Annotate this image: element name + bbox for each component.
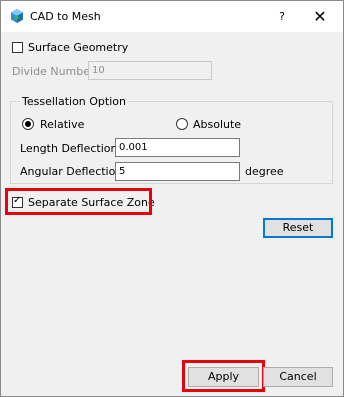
divide-number-label: Divide Number — [12, 65, 95, 78]
title-bar[interactable]: CAD to Mesh ? ✕ — [1, 1, 343, 32]
cancel-button[interactable]: Cancel — [263, 367, 333, 387]
angular-deflection-label: Angular Deflection — [20, 165, 123, 178]
length-deflection-input[interactable]: 0.001 — [115, 138, 240, 157]
absolute-radio[interactable] — [176, 118, 188, 130]
surface-geometry-checkbox[interactable] — [12, 42, 23, 53]
tessellation-option-label: Tessellation Option — [20, 95, 128, 108]
app-icon — [11, 9, 23, 23]
angular-deflection-input[interactable]: 5 — [115, 162, 240, 181]
relative-label[interactable]: Relative — [40, 118, 84, 131]
surface-geometry-label[interactable]: Surface Geometry — [28, 41, 128, 54]
length-deflection-label: Length Deflection — [20, 142, 118, 155]
angular-deflection-unit: degree — [245, 165, 284, 178]
absolute-label[interactable]: Absolute — [193, 118, 241, 131]
window-title: CAD to Mesh — [30, 10, 101, 23]
relative-radio[interactable] — [22, 118, 34, 130]
help-button[interactable]: ? — [273, 8, 291, 26]
radio-selected-dot — [25, 121, 31, 127]
close-button[interactable]: ✕ — [310, 7, 330, 27]
reset-button[interactable]: Reset — [263, 218, 333, 238]
divide-number-input[interactable]: 10 — [88, 61, 212, 80]
apply-button[interactable]: Apply — [188, 367, 259, 387]
checkmark-icon: ✓ — [13, 195, 22, 206]
separate-surface-zone-label[interactable]: Separate Surface Zone — [28, 196, 155, 209]
cad-to-mesh-dialog: CAD to Mesh ? ✕ Surface Geometry Divide … — [0, 0, 344, 397]
separate-surface-zone-checkbox[interactable]: ✓ — [12, 195, 23, 208]
